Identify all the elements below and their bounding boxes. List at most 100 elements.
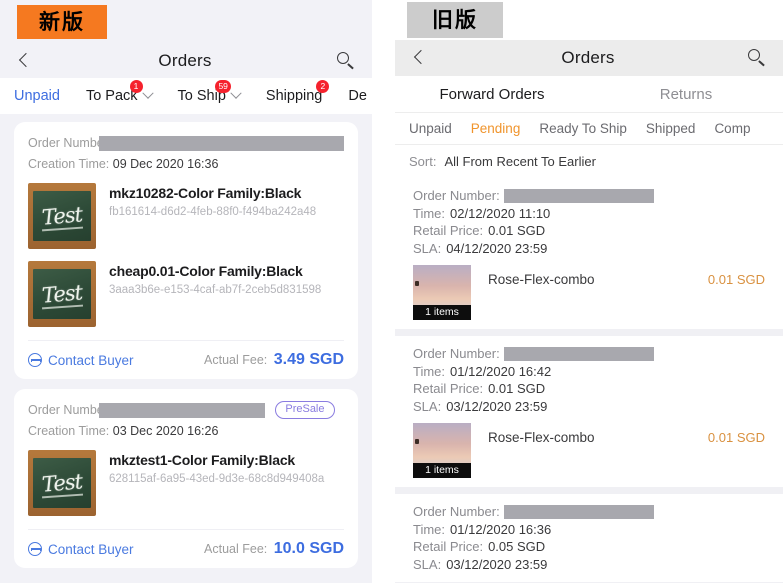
chat-icon	[28, 353, 42, 367]
tab-shipped[interactable]: Shipped	[646, 121, 696, 136]
tab-badge: 2	[316, 80, 330, 93]
panel-divider	[372, 0, 395, 583]
tab-returns[interactable]: Returns	[589, 86, 783, 103]
tab-badge: 59	[215, 80, 231, 93]
sort-bar[interactable]: Sort: All From Recent To Earlier	[395, 146, 783, 176]
time-row: Time: 02/12/2020 11:10	[413, 205, 769, 223]
new-version-panel: 新版 Orders Unpaid To Pack 1 To Ship 59 Sh…	[0, 0, 372, 583]
contact-buyer-label: Contact Buyer	[48, 352, 134, 368]
thumbnail-caption: Test	[41, 469, 83, 497]
left-status-tabs: Unpaid To Pack 1 To Ship 59 Shipping 2 D…	[0, 78, 372, 114]
product-name: Rose-Flex-combo	[488, 430, 595, 445]
contact-buyer-button[interactable]: Contact Buyer	[28, 542, 134, 557]
order-card[interactable]: Order Number: Time: 01/12/2020 16:36 Ret…	[395, 494, 783, 582]
retail-price-row: Retail Price: 0.05 SGD	[413, 538, 769, 556]
order-number-row: Order Number:	[413, 345, 769, 363]
time-value: 01/12/2020 16:36	[450, 521, 552, 537]
time-label: Time:	[413, 521, 446, 537]
order-card[interactable]: Order Number: Creation Time: 09 Dec 2020…	[14, 122, 358, 379]
sla-label: SLA:	[413, 556, 442, 572]
time-value: 02/12/2020 11:10	[450, 205, 551, 221]
order-item-info: mkz10282-Color Family:Black fb161614-d6d…	[109, 183, 344, 249]
tab-label: Unpaid	[14, 88, 60, 104]
order-number-row: Order Number: PreSale	[28, 401, 344, 419]
tab-forward-orders[interactable]: Forward Orders	[395, 86, 589, 103]
sla-row: SLA: 03/12/2020 23:59	[413, 398, 769, 416]
contact-buyer-button[interactable]: Contact Buyer	[28, 353, 134, 368]
product-thumbnail: Test	[28, 450, 96, 516]
order-card[interactable]: Order Number: PreSale Creation Time: 03 …	[14, 389, 358, 568]
sort-label: Sort:	[409, 153, 437, 169]
order-number-row: Order Number:	[413, 187, 769, 205]
product-thumbnail: 1 items	[413, 423, 471, 478]
order-card[interactable]: Order Number: Time: 02/12/2020 11:10 Ret…	[395, 178, 783, 329]
order-number-row: Order Number:	[28, 134, 344, 152]
creation-time-value: 09 Dec 2020 16:36	[112, 157, 219, 171]
order-number-redacted	[503, 346, 654, 361]
tab-to-pack[interactable]: To Pack 1	[85, 80, 154, 104]
time-row: Time: 01/12/2020 16:36	[413, 521, 769, 539]
item-count-badge: 1 items	[413, 305, 471, 320]
order-card[interactable]: Order Number: Time: 01/12/2020 16:42 Ret…	[395, 336, 783, 487]
order-item[interactable]: Test mkztest1-Color Family:Black 628115a…	[28, 450, 344, 516]
tab-label: To Pack	[85, 88, 138, 104]
order-item[interactable]: Test mkz10282-Color Family:Black fb16161…	[28, 183, 344, 249]
sla-label: SLA:	[413, 398, 442, 414]
thumbnail-caption: Test	[41, 280, 83, 308]
order-number-redacted	[99, 402, 266, 418]
sla-row: SLA: 03/12/2020 23:59	[413, 556, 769, 574]
order-item-info: mkztest1-Color Family:Black 628115af-6a9…	[109, 450, 344, 516]
page-title: Orders	[561, 48, 615, 67]
product-sku: 3aaa3b6e-e153-4caf-ab7f-2ceb5d831598	[109, 284, 322, 296]
tab-unpaid[interactable]: Unpaid	[409, 121, 452, 136]
retail-price-label: Retail Price:	[413, 539, 484, 554]
order-number-redacted	[503, 188, 654, 203]
order-number-label: Order Number:	[413, 346, 500, 361]
chevron-down-icon	[141, 87, 154, 99]
actual-fee-value: 3.49 SGD	[273, 351, 344, 368]
product-price: 0.01 SGD	[707, 430, 765, 445]
actual-fee-value: 10.0 SGD	[273, 540, 344, 557]
tab-delivered[interactable]: De	[348, 88, 367, 104]
thumbnail-caption: Test	[41, 202, 83, 230]
retail-price-label: Retail Price:	[413, 381, 484, 396]
product-sku: 628115af-6a95-43ed-9d3e-68c8d949408a	[109, 473, 325, 485]
old-version-panel: 旧版 Orders Forward Orders Returns Unpaid …	[395, 0, 783, 583]
sort-value: All From Recent To Earlier	[444, 153, 596, 169]
tab-pending[interactable]: Pending	[471, 121, 521, 136]
page-title: Orders	[158, 51, 212, 70]
tab-label: Forward Orders	[439, 85, 545, 103]
right-navbar: Orders	[395, 40, 783, 76]
retail-price-value: 0.01 SGD	[488, 381, 546, 396]
order-item-info: cheap0.01-Color Family:Black 3aaa3b6e-e1…	[109, 261, 344, 327]
order-card-footer: Contact Buyer Actual Fee: 10.0 SGD	[28, 529, 344, 568]
retail-price-label: Retail Price:	[413, 223, 484, 238]
tab-completed[interactable]: Comp	[714, 121, 750, 136]
thumbnail-marker	[415, 281, 419, 286]
chevron-left-icon[interactable]	[409, 47, 431, 69]
order-item[interactable]: Test cheap0.01-Color Family:Black 3aaa3b…	[28, 261, 344, 327]
product-name: cheap0.01-Color Family:Black	[109, 263, 303, 279]
chevron-left-icon[interactable]	[14, 50, 36, 72]
search-icon[interactable]	[334, 49, 358, 73]
actual-fee: Actual Fee: 3.49 SGD	[204, 351, 344, 369]
thumbnail-marker	[415, 439, 419, 444]
actual-fee-label: Actual Fee:	[204, 542, 268, 556]
left-order-list: Order Number: Creation Time: 09 Dec 2020…	[0, 114, 372, 583]
tab-label: Returns	[659, 85, 713, 103]
tab-unpaid[interactable]: Unpaid	[14, 88, 60, 104]
creation-time-value: 03 Dec 2020 16:26	[112, 424, 219, 438]
order-number-label: Order Number:	[413, 504, 500, 519]
order-item[interactable]: 1 items Rose-Flex-combo 0.01 SGD	[413, 265, 769, 320]
search-icon[interactable]	[745, 46, 769, 70]
tab-to-ship[interactable]: To Ship 59	[178, 80, 242, 104]
retail-price-value: 0.01 SGD	[488, 223, 546, 238]
order-number-redacted	[99, 135, 344, 151]
tab-badge: 1	[129, 80, 143, 93]
order-item[interactable]: 1 items Rose-Flex-combo 0.01 SGD	[413, 423, 769, 478]
retail-price-row: Retail Price: 0.01 SGD	[413, 222, 769, 240]
tab-label: Shipping	[265, 88, 323, 104]
tab-shipping[interactable]: Shipping 2	[265, 80, 330, 104]
tab-ready-to-ship[interactable]: Ready To Ship	[539, 121, 627, 136]
product-name: mkztest1-Color Family:Black	[109, 452, 295, 468]
